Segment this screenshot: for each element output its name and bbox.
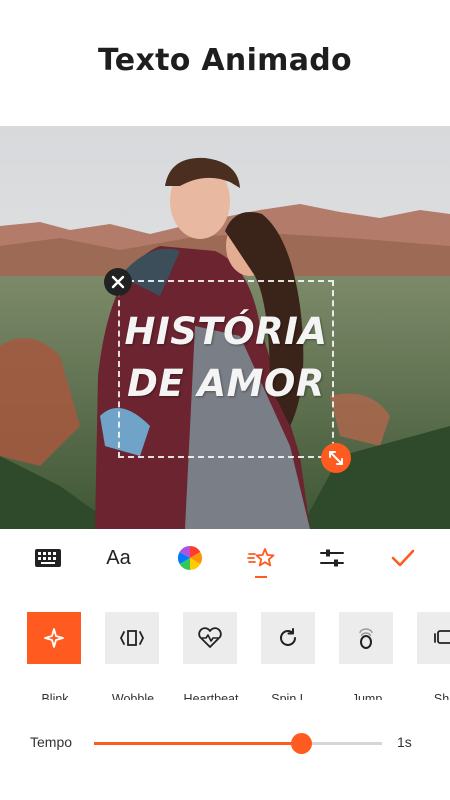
effect-spin-left[interactable]: Spin L <box>261 612 317 700</box>
adjust-icon <box>319 549 344 567</box>
effect-tile <box>261 612 315 664</box>
font-icon: Aa <box>106 546 131 569</box>
tempo-control: Tempo 1s <box>0 720 450 766</box>
animation-effects-list: Blink Wobble Heartbeat Spin L Jump Sh <box>0 600 450 700</box>
effect-wobble[interactable]: Wobble <box>105 612 161 700</box>
keyboard-icon <box>34 549 61 567</box>
resize-arrows-icon <box>329 451 343 465</box>
effect-label: Heartbeat <box>183 692 239 700</box>
effect-tile <box>417 612 450 664</box>
effect-tile <box>27 612 81 664</box>
effect-blink[interactable]: Blink <box>27 612 83 700</box>
color-wheel-icon <box>177 546 202 570</box>
animation-tool-button[interactable] <box>237 534 285 582</box>
effect-label: Spin L <box>271 692 307 700</box>
heartbeat-icon <box>198 627 222 648</box>
effect-jump[interactable]: Jump <box>339 612 395 700</box>
effect-shake[interactable]: Sha <box>417 612 450 700</box>
effect-label: Sha <box>433 692 450 700</box>
overlay-line-1: HISTÓRIA <box>124 310 328 353</box>
tempo-label: Tempo <box>30 734 73 750</box>
tempo-slider[interactable] <box>94 733 382 754</box>
tempo-slider-thumb[interactable] <box>291 733 313 754</box>
check-icon <box>391 549 414 567</box>
effect-label: Wobble <box>111 692 155 700</box>
color-tool-button[interactable] <box>166 534 214 582</box>
editor-toolbar: Aa <box>0 529 450 587</box>
resize-rotate-handle[interactable] <box>321 443 351 473</box>
wobble-icon <box>119 630 145 646</box>
page-header: Texto Animado <box>0 0 450 126</box>
effect-tile <box>183 612 237 664</box>
delete-text-button[interactable] <box>104 268 132 296</box>
tempo-value: 1s <box>397 734 412 750</box>
confirm-button[interactable] <box>379 534 427 582</box>
animated-text-overlay[interactable]: HISTÓRIA DE AMOR <box>118 306 334 410</box>
effect-label: Jump <box>351 692 383 700</box>
effect-label: Blink <box>41 692 69 700</box>
spin-left-icon <box>280 628 296 646</box>
effect-tile <box>339 612 393 664</box>
effect-tile <box>105 612 159 664</box>
adjust-tool-button[interactable] <box>308 534 356 582</box>
animation-icon <box>246 548 274 567</box>
close-icon <box>111 275 125 289</box>
photo-canvas[interactable]: HISTÓRIA DE AMOR <box>0 126 450 529</box>
overlay-line-2: DE AMOR <box>127 362 325 405</box>
jump-icon <box>359 628 373 649</box>
font-tool-button[interactable]: Aa <box>95 534 143 582</box>
shake-icon <box>434 630 450 644</box>
keyboard-tool-button[interactable] <box>24 534 72 582</box>
blink-icon <box>44 628 64 648</box>
page-title: Texto Animado <box>98 42 352 78</box>
tempo-slider-fill <box>94 742 302 745</box>
effect-heartbeat[interactable]: Heartbeat <box>183 612 239 700</box>
active-tab-indicator <box>254 576 267 578</box>
